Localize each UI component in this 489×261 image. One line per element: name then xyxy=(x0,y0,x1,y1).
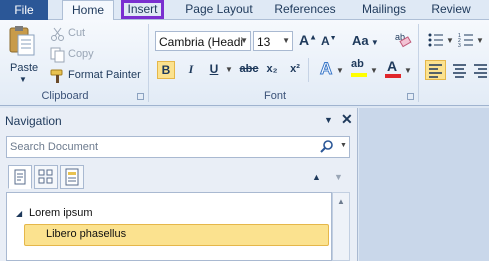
align-left-icon xyxy=(429,64,442,78)
tree-item-lorem-ipsum[interactable]: Lorem ipsum xyxy=(29,207,93,219)
strikethrough-button[interactable]: abc xyxy=(238,61,260,79)
paste-button[interactable]: Paste ▼ xyxy=(4,25,40,87)
font-size-value: 13 xyxy=(257,35,271,49)
font-launcher-icon[interactable] xyxy=(407,93,414,100)
vertical-scrollbar[interactable]: ▲ xyxy=(332,192,350,261)
group-separator xyxy=(148,24,149,102)
bullets-dropdown-icon[interactable]: ▼ xyxy=(446,36,454,45)
cut-button[interactable]: Cut xyxy=(68,27,85,39)
font-color-dropdown-icon[interactable]: ▼ xyxy=(404,66,412,75)
close-icon[interactable]: ✕ xyxy=(341,111,353,128)
group-separator xyxy=(418,24,419,102)
collapse-triangle-icon[interactable]: ◢ xyxy=(16,209,22,218)
copy-button[interactable]: Copy xyxy=(68,48,94,60)
tab-page-layout[interactable]: Page Layout xyxy=(180,0,258,20)
clipboard-group-label: Clipboard xyxy=(41,90,89,102)
highlight-button[interactable]: ab xyxy=(350,58,372,82)
document-area[interactable] xyxy=(359,108,489,261)
format-painter-icon xyxy=(50,68,66,84)
font-group-label: Font xyxy=(263,90,286,102)
tab-browse-headings[interactable] xyxy=(8,165,32,189)
font-name-combobox[interactable]: Cambria (Headi ▼ xyxy=(155,31,251,51)
tab-file[interactable]: File xyxy=(0,0,48,20)
font-color-swatch xyxy=(385,74,401,78)
superscript-button[interactable]: x² xyxy=(286,61,304,79)
tab-home[interactable]: Home xyxy=(62,0,114,21)
underline-button[interactable]: U xyxy=(205,61,223,79)
grow-font-button[interactable]: A▲ xyxy=(299,32,317,48)
tab-browse-pages[interactable] xyxy=(34,165,58,189)
grow-font-icon: A xyxy=(299,32,310,48)
bold-button[interactable]: B xyxy=(157,61,175,79)
font-color-icon: A xyxy=(387,58,398,74)
font-color-button[interactable]: A xyxy=(384,58,404,82)
tab-mailings[interactable]: Mailings xyxy=(354,0,414,20)
change-case-icon: Aa xyxy=(352,33,369,48)
clipboard-launcher-icon[interactable] xyxy=(137,93,144,100)
pages-grid-icon xyxy=(38,169,53,184)
numbering-icon[interactable]: 123 xyxy=(458,32,474,49)
tab-insert[interactable]: Insert xyxy=(121,0,164,19)
headings-icon xyxy=(14,169,26,185)
chevron-down-icon[interactable]: ▼ xyxy=(240,36,248,45)
tab-browse-results[interactable] xyxy=(60,165,84,189)
change-case-button[interactable]: Aa ▼ xyxy=(352,33,379,48)
numbering-dropdown-icon[interactable]: ▼ xyxy=(476,36,484,45)
paste-label: Paste xyxy=(10,62,39,74)
shrink-font-icon: A xyxy=(321,34,330,48)
shrink-font-button[interactable]: A▼ xyxy=(321,34,337,48)
tab-review[interactable]: Review xyxy=(426,0,476,20)
underline-dropdown-icon[interactable]: ▼ xyxy=(225,65,233,74)
paste-dropdown-icon[interactable]: ▼ xyxy=(19,75,27,84)
tab-references[interactable]: References xyxy=(270,0,340,20)
text-effects-button[interactable]: A xyxy=(319,59,332,79)
tree-item-libero-phasellus[interactable]: Libero phasellus xyxy=(46,228,126,240)
highlight-dropdown-icon[interactable]: ▼ xyxy=(370,66,378,75)
font-size-combobox[interactable]: 13 ▼ xyxy=(253,31,293,51)
divider xyxy=(308,58,309,82)
copy-icon xyxy=(50,47,66,63)
align-center-button[interactable] xyxy=(450,61,469,79)
align-right-button[interactable] xyxy=(472,61,489,79)
highlighter-icon: ab xyxy=(351,58,364,70)
search-options-dropdown-icon[interactable]: ▼ xyxy=(340,142,347,149)
italic-button[interactable]: I xyxy=(182,61,200,79)
scissors-icon xyxy=(50,26,66,42)
chevron-down-icon[interactable]: ▼ xyxy=(282,36,290,45)
align-center-icon xyxy=(453,64,466,78)
format-painter-button[interactable]: Format Painter xyxy=(68,69,141,81)
navigation-title: Navigation xyxy=(5,114,62,128)
paste-icon xyxy=(9,26,35,56)
scroll-up-icon[interactable]: ▲ xyxy=(337,197,345,206)
font-name-value: Cambria (Headi xyxy=(159,35,244,49)
text-effects-dropdown-icon[interactable]: ▼ xyxy=(336,66,344,75)
search-placeholder: Search Document xyxy=(10,141,99,153)
next-heading-icon[interactable]: ▼ xyxy=(334,172,343,182)
align-left-button[interactable] xyxy=(425,60,446,80)
bullets-icon[interactable] xyxy=(428,32,444,48)
subscript-button[interactable]: x₂ xyxy=(263,61,281,79)
highlight-color-swatch xyxy=(351,73,367,77)
align-right-icon xyxy=(474,64,487,78)
results-list-icon xyxy=(65,168,79,186)
search-icon[interactable] xyxy=(320,139,334,153)
pane-options-dropdown-icon[interactable]: ▼ xyxy=(324,115,333,125)
clear-formatting-icon[interactable]: ab xyxy=(394,30,412,48)
svg-text:3: 3 xyxy=(458,43,461,48)
previous-heading-icon[interactable]: ▲ xyxy=(312,172,321,182)
